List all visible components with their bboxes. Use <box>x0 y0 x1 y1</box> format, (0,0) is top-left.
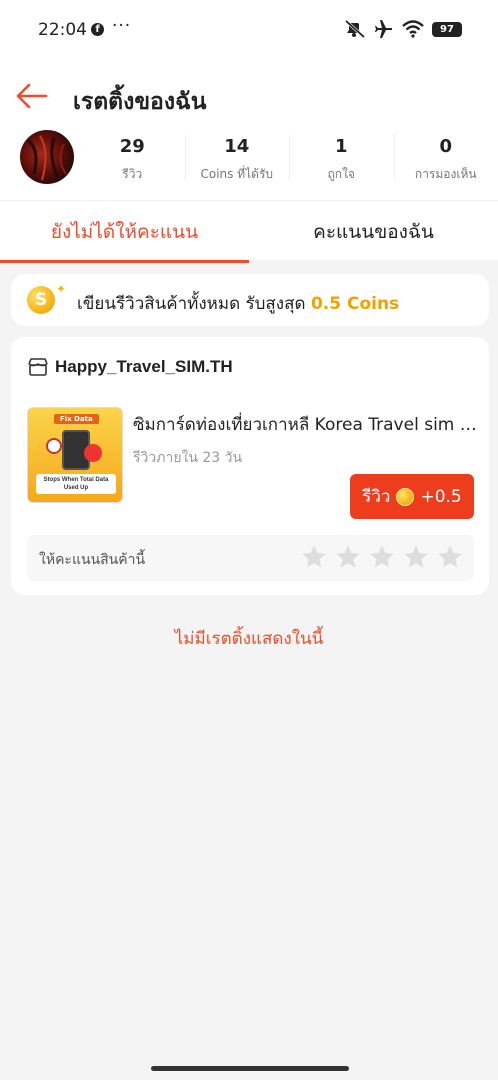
product-image-tag: Fix Data <box>54 414 99 424</box>
stat-value: 29 <box>119 136 145 157</box>
stat-reviews[interactable]: 29 รีวิว <box>80 128 185 188</box>
profile-stats: 29 รีวิว 14 Coins ที่ได้รับ 1 ถูกใจ 0 กา… <box>80 128 498 188</box>
product-image-caption: Stops When Total Data Used Up <box>36 474 116 494</box>
home-indicator[interactable] <box>151 1066 349 1071</box>
status-icons: 97 <box>344 20 462 38</box>
review-reward: +0.5 <box>420 486 462 507</box>
rate-product-row: ให้คะแนนสินค้านี้ <box>27 535 474 581</box>
product-title[interactable]: ซิมการ์ดท่องเที่ยวเกาหลี Korea Travel si… <box>133 411 479 438</box>
coins-banner: S ✦ เขียนรีวิวสินค้าทั้งหมด รับสูงสุด 0.… <box>11 274 489 326</box>
star-rating <box>300 543 464 571</box>
banner-message: เขียนรีวิวสินค้าทั้งหมด รับสูงสุด <box>77 294 306 314</box>
shop-name: Happy_Travel_SIM.TH <box>55 357 233 376</box>
tab-not-rated[interactable]: ยังไม่ได้ให้คะแนน <box>0 201 249 263</box>
more-notifications-icon: ··· <box>112 16 132 36</box>
shop-icon <box>28 358 48 376</box>
stat-coins-received[interactable]: 14 Coins ที่ได้รับ <box>184 128 290 188</box>
star-icon[interactable] <box>402 543 430 571</box>
stat-likes[interactable]: 1 ถูกใจ <box>289 128 394 188</box>
tab-bar: ยังไม่ได้ให้คะแนน คะแนนของฉัน <box>0 200 498 263</box>
product-image[interactable]: Fix Data Stops When Total Data Used Up <box>27 407 123 503</box>
banner-coins-highlight: 0.5 Coins <box>310 294 400 314</box>
avatar[interactable] <box>20 130 74 184</box>
airplane-icon <box>375 20 392 38</box>
rate-product-label: ให้คะแนนสินค้านี้ <box>39 552 146 568</box>
stat-value: 1 <box>334 136 348 157</box>
stat-label: Coins ที่ได้รับ <box>200 167 274 181</box>
stat-label: การมองเห็น <box>414 167 477 181</box>
empty-state-note: ไม่มีเรตติ้งแสดงในนี้ <box>174 629 324 649</box>
banner-text: เขียนรีวิวสินค้าทั้งหมด รับสูงสุด 0.5 Co… <box>77 290 399 317</box>
facebook-icon: f <box>91 23 104 36</box>
review-deadline: รีวิวภายใน 23 วัน <box>133 450 243 466</box>
stat-value: 14 <box>224 136 250 157</box>
star-icon[interactable] <box>368 543 396 571</box>
stat-views[interactable]: 0 การมองเห็น <box>393 128 498 188</box>
wifi-icon <box>402 20 424 38</box>
battery-icon: 97 <box>432 21 462 37</box>
tab-my-ratings[interactable]: คะแนนของฉัน <box>249 201 498 263</box>
status-time: 22:04 <box>38 20 87 40</box>
page-title: เรตติ้งของฉัน <box>73 89 207 115</box>
pending-review-card: Happy_Travel_SIM.TH Fix Data Stops When … <box>11 337 489 595</box>
star-icon[interactable] <box>300 543 328 571</box>
status-bar: 22:04 f ··· 97 <box>0 0 498 60</box>
no-signal-icon <box>46 438 62 454</box>
coin-icon: S <box>27 286 55 314</box>
review-button-label: รีวิว <box>362 487 391 507</box>
stop-hand-icon <box>84 444 102 462</box>
review-button[interactable]: รีวิว +0.5 <box>350 474 474 519</box>
stat-label: ถูกใจ <box>327 167 355 181</box>
sparkle-icon: ✦ <box>56 282 67 296</box>
avatar-image <box>26 135 67 181</box>
star-icon[interactable] <box>436 543 464 571</box>
star-icon[interactable] <box>334 543 362 571</box>
shop-row[interactable]: Happy_Travel_SIM.TH <box>27 357 233 377</box>
mute-icon <box>345 20 365 38</box>
header: เรตติ้งของฉัน 29 รีวิว 14 Coins ที่ได้รั… <box>0 60 498 263</box>
coin-icon <box>396 487 415 506</box>
stat-label: รีวิว <box>122 167 143 181</box>
back-arrow-icon[interactable] <box>14 80 50 112</box>
stat-value: 0 <box>439 136 453 157</box>
